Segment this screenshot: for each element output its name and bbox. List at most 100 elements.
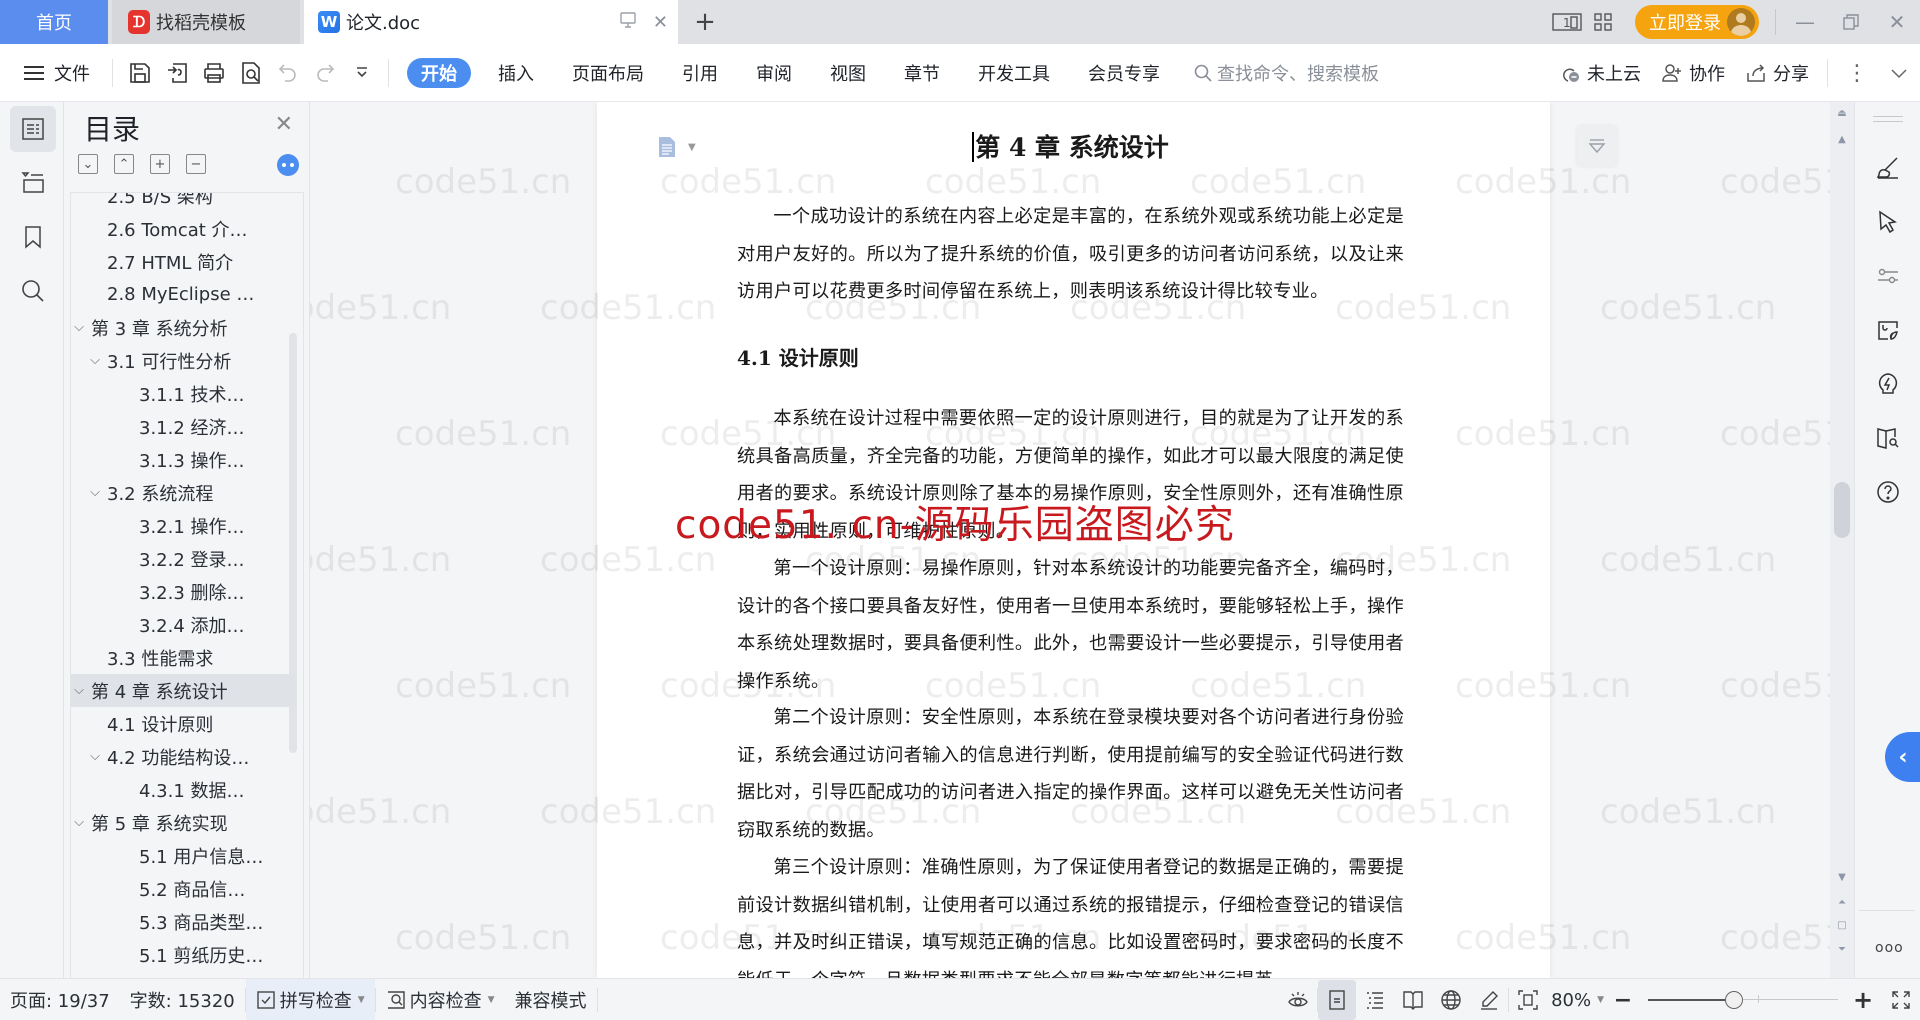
restore-icon[interactable] <box>1828 0 1874 44</box>
write-mode-icon[interactable] <box>1470 980 1508 1020</box>
eye-protection-icon[interactable] <box>1279 980 1317 1020</box>
toc-item[interactable]: 2.8 MyEclipse … <box>71 278 295 311</box>
export-icon[interactable] <box>158 53 195 93</box>
zoom-slider-knob[interactable] <box>1725 991 1743 1009</box>
select-browse-object-icon[interactable]: □ <box>1830 920 1854 931</box>
reading-layout-icon[interactable]: 1 <box>1549 0 1585 44</box>
tab-insert[interactable]: 插入 <box>479 53 553 93</box>
toc-item[interactable]: 2.6 Tomcat 介… <box>71 212 295 245</box>
select-pointer-icon[interactable] <box>1872 206 1904 238</box>
expand-all-icon[interactable]: ⌄ <box>78 154 98 174</box>
content-check-button[interactable]: 内容检查 ▼ <box>376 979 505 1020</box>
chevron-down-icon[interactable]: ⌵ <box>71 320 87 335</box>
vertical-scrollbar[interactable]: ⏏ ▲ ▼ ⏶ □ ⏷ <box>1830 102 1854 978</box>
tab-home[interactable]: 首页 <box>0 0 108 44</box>
page-options-caret-icon[interactable]: ▼ <box>688 142 696 153</box>
zoom-level[interactable]: 80% <box>1551 990 1591 1011</box>
tab-document[interactable]: W 论文.doc ✕ <box>304 0 678 44</box>
toc-item[interactable]: 5.1 用户信息… <box>71 839 295 872</box>
apps-grid-icon[interactable] <box>1585 0 1621 44</box>
book-search-icon[interactable] <box>1872 422 1904 454</box>
collapse-ribbon-icon[interactable] <box>1878 62 1920 84</box>
toc-item[interactable]: 4.3.1 数据… <box>71 773 295 806</box>
pin-tab-icon[interactable] <box>619 11 637 34</box>
toc-item[interactable]: 5.1 剪纸历史… <box>71 938 295 971</box>
close-window-icon[interactable]: ✕ <box>1874 0 1920 44</box>
file-menu-button[interactable]: 文件 <box>0 53 104 93</box>
collapse-panel-button[interactable]: ‹ <box>1885 732 1920 782</box>
bookmark-button[interactable] <box>10 214 56 260</box>
template-store-icon[interactable] <box>1872 314 1904 346</box>
scroll-down-icon[interactable]: ▼ <box>1830 872 1854 883</box>
cloud-status-button[interactable]: 未上云 <box>1549 60 1651 86</box>
login-button[interactable]: 立即登录 <box>1635 5 1759 39</box>
zoom-out-icon[interactable]: − <box>1604 980 1642 1020</box>
collaborate-button[interactable]: 协作 <box>1651 60 1735 86</box>
print-preview-icon[interactable] <box>232 53 269 93</box>
save-icon[interactable] <box>121 53 158 93</box>
chevron-down-icon[interactable]: ⌵ <box>87 353 103 368</box>
tab-developer[interactable]: 开发工具 <box>959 53 1069 93</box>
reading-view-icon[interactable] <box>1394 980 1432 1020</box>
toc-item[interactable]: 3.2.1 操作… <box>71 509 295 542</box>
close-tab-icon[interactable]: ✕ <box>653 12 668 33</box>
new-tab-button[interactable]: + <box>690 0 720 44</box>
tab-view[interactable]: 视图 <box>811 53 885 93</box>
toc-item[interactable]: ⌵ 4.2 功能结构设… <box>71 740 295 773</box>
drag-handle[interactable] <box>1873 116 1903 122</box>
chevron-down-icon[interactable]: ⌵ <box>71 683 87 698</box>
more-tools-icon[interactable]: ooo <box>1875 940 1904 956</box>
toc-item[interactable]: ⌵ 第 4 章 系统设计 <box>71 674 295 707</box>
toc-item[interactable]: 2.7 HTML 简介 <box>71 245 295 278</box>
toc-item[interactable]: ⌵ 3.2 系统流程 <box>71 476 295 509</box>
tab-section[interactable]: 章节 <box>885 53 959 93</box>
word-count[interactable]: 字数: 15320 <box>120 979 245 1020</box>
toc-item[interactable]: 3.2.4 添加… <box>71 608 295 641</box>
previous-page-icon[interactable]: ⏶ <box>1830 897 1854 908</box>
minimize-icon[interactable]: — <box>1782 0 1828 44</box>
scrollbar-thumb[interactable] <box>1834 482 1850 538</box>
toc-item[interactable]: 5.3 商品类型… <box>71 905 295 938</box>
toc-item[interactable]: 3.2.3 删除… <box>71 575 295 608</box>
next-page-icon[interactable]: ⏷ <box>1830 944 1854 955</box>
zoom-slider[interactable] <box>1648 980 1838 1020</box>
scroll-up-icon[interactable]: ▲ <box>1830 134 1854 145</box>
toc-item[interactable]: 3.3 性能需求 <box>71 641 295 674</box>
ai-assistant-icon[interactable] <box>277 154 299 176</box>
tab-daoke-templates[interactable]: ᗪ 找稻壳模板 <box>112 0 300 44</box>
toc-item[interactable]: 3.2.2 登录… <box>71 542 295 575</box>
undo-icon[interactable] <box>269 53 306 93</box>
scroll-to-top-icon[interactable]: ⏏ <box>1830 108 1854 119</box>
adjust-settings-icon[interactable] <box>1872 260 1904 292</box>
tab-references[interactable]: 引用 <box>663 53 737 93</box>
add-level-icon[interactable]: + <box>150 154 170 174</box>
collapse-all-icon[interactable]: ⌃ <box>114 154 134 174</box>
outline-view-icon[interactable] <box>1356 980 1394 1020</box>
page-options-icon[interactable] <box>658 136 676 164</box>
share-button[interactable]: 分享 <box>1735 60 1819 86</box>
page-view-icon[interactable] <box>1318 980 1357 1020</box>
tab-home-ribbon[interactable]: 开始 <box>407 57 471 88</box>
ai-lightning-icon[interactable] <box>1872 368 1904 400</box>
command-search-input[interactable]: 查找命令、搜索模板 <box>1193 60 1379 86</box>
zoom-in-icon[interactable]: + <box>1844 980 1882 1020</box>
fit-page-icon[interactable] <box>1509 980 1547 1020</box>
toc-item[interactable]: ⌵ 3.1 可行性分析 <box>71 344 295 377</box>
close-icon[interactable]: ✕ <box>275 112 293 137</box>
spell-check-button[interactable]: 拼写检查 ▼ <box>245 978 375 1020</box>
print-icon[interactable] <box>195 53 232 93</box>
zoom-dropdown-icon[interactable]: ▼ <box>1597 995 1604 1005</box>
toc-item[interactable]: ⌵ 第 3 章 系统分析 <box>71 311 295 344</box>
tab-member[interactable]: 会员专享 <box>1069 53 1179 93</box>
more-options-icon[interactable]: ⋮ <box>1836 61 1878 86</box>
toc-item[interactable]: 5.2 商品信… <box>71 872 295 905</box>
tab-page-layout[interactable]: 页面布局 <box>553 53 663 93</box>
chapter-nav-button[interactable] <box>10 160 56 206</box>
redo-icon[interactable] <box>306 53 343 93</box>
navigation-float-button[interactable] <box>1577 126 1617 166</box>
toc-item[interactable]: 3.1.1 技术… <box>71 377 295 410</box>
format-painter-icon[interactable] <box>1872 152 1904 184</box>
chevron-down-icon[interactable]: ⌵ <box>87 749 103 764</box>
chevron-down-icon[interactable]: ⌵ <box>71 815 87 830</box>
toc-panel-button[interactable] <box>10 106 56 152</box>
